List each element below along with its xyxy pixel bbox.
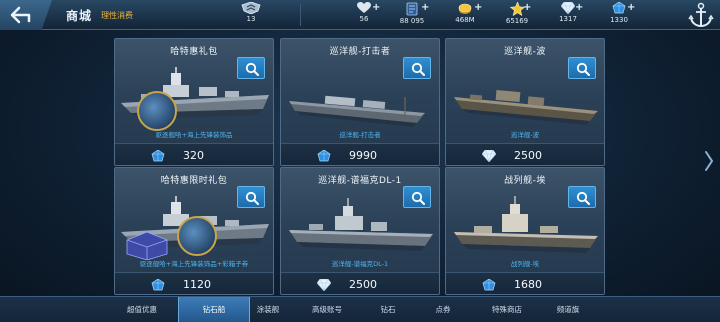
price-bar: 2500 [281,272,439,294]
card-icon [406,2,418,16]
shop-item-card[interactable]: 巡洋舰-波 巡洋舰-波 2500 [445,38,605,166]
add-gem-button[interactable]: + [627,2,635,13]
decoration-badge-icon [137,91,177,131]
add-diamond-button[interactable]: + [575,2,583,13]
rank-value: 13 [246,15,256,23]
rational-spending-tag: 理性消费 [101,11,133,20]
next-page-arrow-icon[interactable] [704,150,714,172]
price-bar: 1120 [115,272,273,294]
top-bar: 商城 理性消费 13 56 + 88 095 + 468M + 65169 + … [0,0,720,30]
port-button[interactable] [686,0,716,30]
back-button[interactable] [0,0,52,30]
card-value: 88 095 [399,17,425,25]
gold-value: 468M [455,16,475,24]
diamond-icon [317,279,331,291]
heart-icon [357,2,371,13]
item-price: 1120 [183,278,211,291]
back-arrow-icon [10,6,31,24]
item-subtitle: 巡洋舰-谱福克DL-1 [331,260,389,268]
item-subtitle: 驱逐舰哈+海上先锋装饰品+彩箱子券 [139,260,249,268]
shop-item-card[interactable]: 哈特惠礼包 驱逐舰哈+海上先锋装饰品 320 [114,38,274,166]
cruiser-ship-image [289,198,433,251]
item-name: 哈特惠限时礼包 [160,176,228,186]
add-stamina-button[interactable]: + [372,2,380,13]
category-tab-bar: 超值优惠 钻石船 涂装舰 高级账号 钻石 点券 特殊商店 频道旗 [0,296,720,322]
item-price: 9990 [349,149,377,162]
item-subtitle: 战列舰-埃 [510,260,540,268]
blue-gem-icon [482,279,496,291]
divider [300,4,301,26]
item-name: 巡洋舰-波 [504,47,546,57]
shop-item-card[interactable]: 哈特惠限时礼包 驱逐舰哈+海上先锋装饰品+彩箱子券 1120 [114,167,274,295]
item-subtitle: 驱逐舰哈+海上先锋装饰品 [155,131,233,139]
shop-item-card[interactable]: 战列舰-埃 战列舰-埃 1680 [445,167,605,295]
gem-value: 1330 [610,16,628,24]
blue-gem-icon [612,2,626,14]
item-price: 1680 [514,278,542,291]
item-price: 2500 [514,149,542,162]
shop-item-card[interactable]: 巡洋舰-打击者 巡洋舰-打击者 9990 [280,38,440,166]
anchor-icon [688,2,714,28]
rank-icon [241,2,261,14]
star-value: 65169 [505,17,529,25]
item-name: 哈特惠礼包 [170,47,218,57]
price-bar: 9990 [281,143,439,165]
tab-channel-flags[interactable]: 频道旗 [532,297,604,322]
price-bar: 2500 [446,143,604,165]
item-name: 战列舰-埃 [504,176,546,186]
gift-crate-icon [126,231,168,260]
item-subtitle: 巡洋舰-波 [510,131,540,139]
add-star-button[interactable]: + [523,2,531,13]
tab-coupons[interactable]: 点券 [407,297,479,322]
item-name: 巡洋舰-谱福克DL-1 [318,176,402,186]
tab-value-deals[interactable]: 超值优惠 [106,297,178,322]
diamond-icon [482,150,496,162]
add-card-button[interactable]: + [421,2,429,13]
page-title: 商城 [66,9,93,23]
diamond-icon [561,2,575,14]
item-price: 2500 [349,278,377,291]
cruiser-ship-image [454,89,598,125]
add-gold-button[interactable]: + [474,2,482,13]
price-bar: 320 [115,143,273,165]
blue-gem-icon [151,150,165,162]
shop-item-card[interactable]: 巡洋舰-谱福克DL-1 巡洋舰-谱福克DL-1 2500 [280,167,440,295]
item-price: 320 [183,149,204,162]
item-subtitle: 巡洋舰-打击者 [339,131,381,139]
cruiser-ship-image [289,95,425,127]
blue-gem-icon [317,150,331,162]
diamond-value: 1317 [559,15,577,23]
shop-screen: 商城 理性消费 13 56 + 88 095 + 468M + 65169 + … [0,0,720,322]
price-bar: 1680 [446,272,604,294]
item-name: 巡洋舰-打击者 [329,47,391,57]
stamina-value: 56 [359,15,369,23]
battleship-image [454,196,598,253]
rank-stat: 13 [236,2,266,28]
gold-coin-icon [458,3,472,14]
decoration-badge-icon [177,216,217,256]
blue-gem-icon [151,279,165,291]
